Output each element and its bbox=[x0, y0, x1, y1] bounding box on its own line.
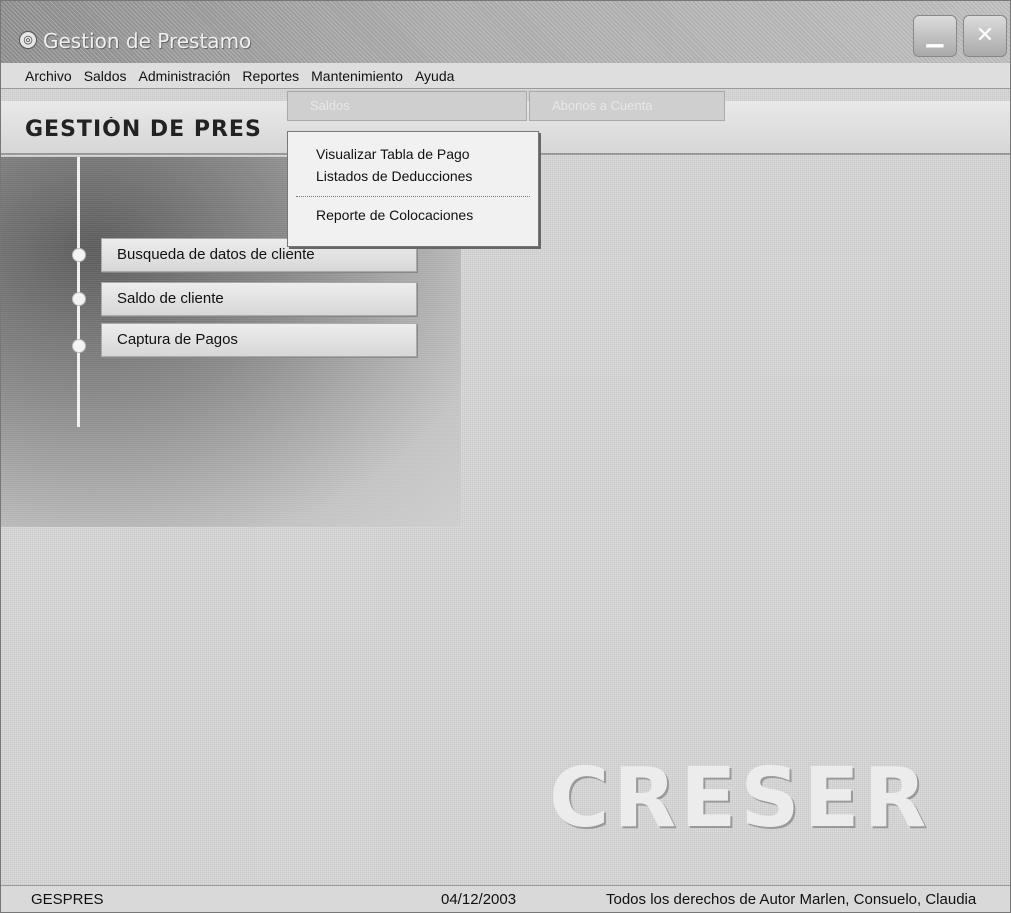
window-title: Gestion de Prestamo bbox=[43, 29, 252, 53]
main-window: ◎ Gestion de Prestamo ▁ ✕ Archivo Saldos… bbox=[0, 0, 1011, 913]
menu-administracion[interactable]: Administración bbox=[133, 66, 237, 86]
menu-item-reporte-colocaciones[interactable]: Reporte de Colocaciones bbox=[288, 205, 538, 227]
nav-bullet-icon bbox=[72, 248, 86, 262]
page-title: GESTIÓN DE PRES bbox=[25, 117, 262, 142]
status-copyright: Todos los derechos de Autor Marlen, Cons… bbox=[606, 891, 977, 908]
status-date: 04/12/2003 bbox=[441, 891, 517, 908]
status-bar: GESPRES 04/12/2003 Todos los derechos de… bbox=[1, 885, 1010, 912]
nav-saldo-button[interactable]: Saldo de cliente bbox=[101, 282, 417, 316]
menu-reportes[interactable]: Reportes bbox=[236, 66, 305, 86]
minimize-icon[interactable]: ▁ bbox=[913, 15, 957, 57]
menu-item-listados-deducciones[interactable]: Listados de Deducciones bbox=[288, 166, 538, 188]
nav-bullet-icon bbox=[72, 292, 86, 306]
menu-ayuda[interactable]: Ayuda bbox=[409, 66, 460, 86]
nav-captura-button[interactable]: Captura de Pagos bbox=[101, 323, 417, 357]
close-icon[interactable]: ✕ bbox=[963, 15, 1007, 57]
menu-item-visualizar-tabla[interactable]: Visualizar Tabla de Pago bbox=[288, 144, 538, 166]
menu-bar: Archivo Saldos Administración Reportes M… bbox=[1, 63, 1010, 89]
reportes-dropdown: Visualizar Tabla de Pago Listados de Ded… bbox=[287, 131, 539, 247]
creser-logo: CRESER bbox=[549, 751, 931, 846]
menu-separator bbox=[296, 196, 530, 197]
menu-mantenimiento[interactable]: Mantenimiento bbox=[305, 66, 409, 86]
toolbar-saldos-button[interactable]: Saldos bbox=[287, 91, 527, 121]
app-globe-icon: ◎ bbox=[19, 31, 37, 49]
title-bar[interactable]: ◎ Gestion de Prestamo ▁ ✕ bbox=[1, 1, 1010, 63]
menu-saldos[interactable]: Saldos bbox=[78, 66, 133, 86]
menu-archivo[interactable]: Archivo bbox=[19, 66, 78, 86]
status-app-name: GESPRES bbox=[31, 891, 104, 908]
toolbar-abonos-button[interactable]: Abonos a Cuenta bbox=[529, 91, 725, 121]
nav-bullet-icon bbox=[72, 339, 86, 353]
